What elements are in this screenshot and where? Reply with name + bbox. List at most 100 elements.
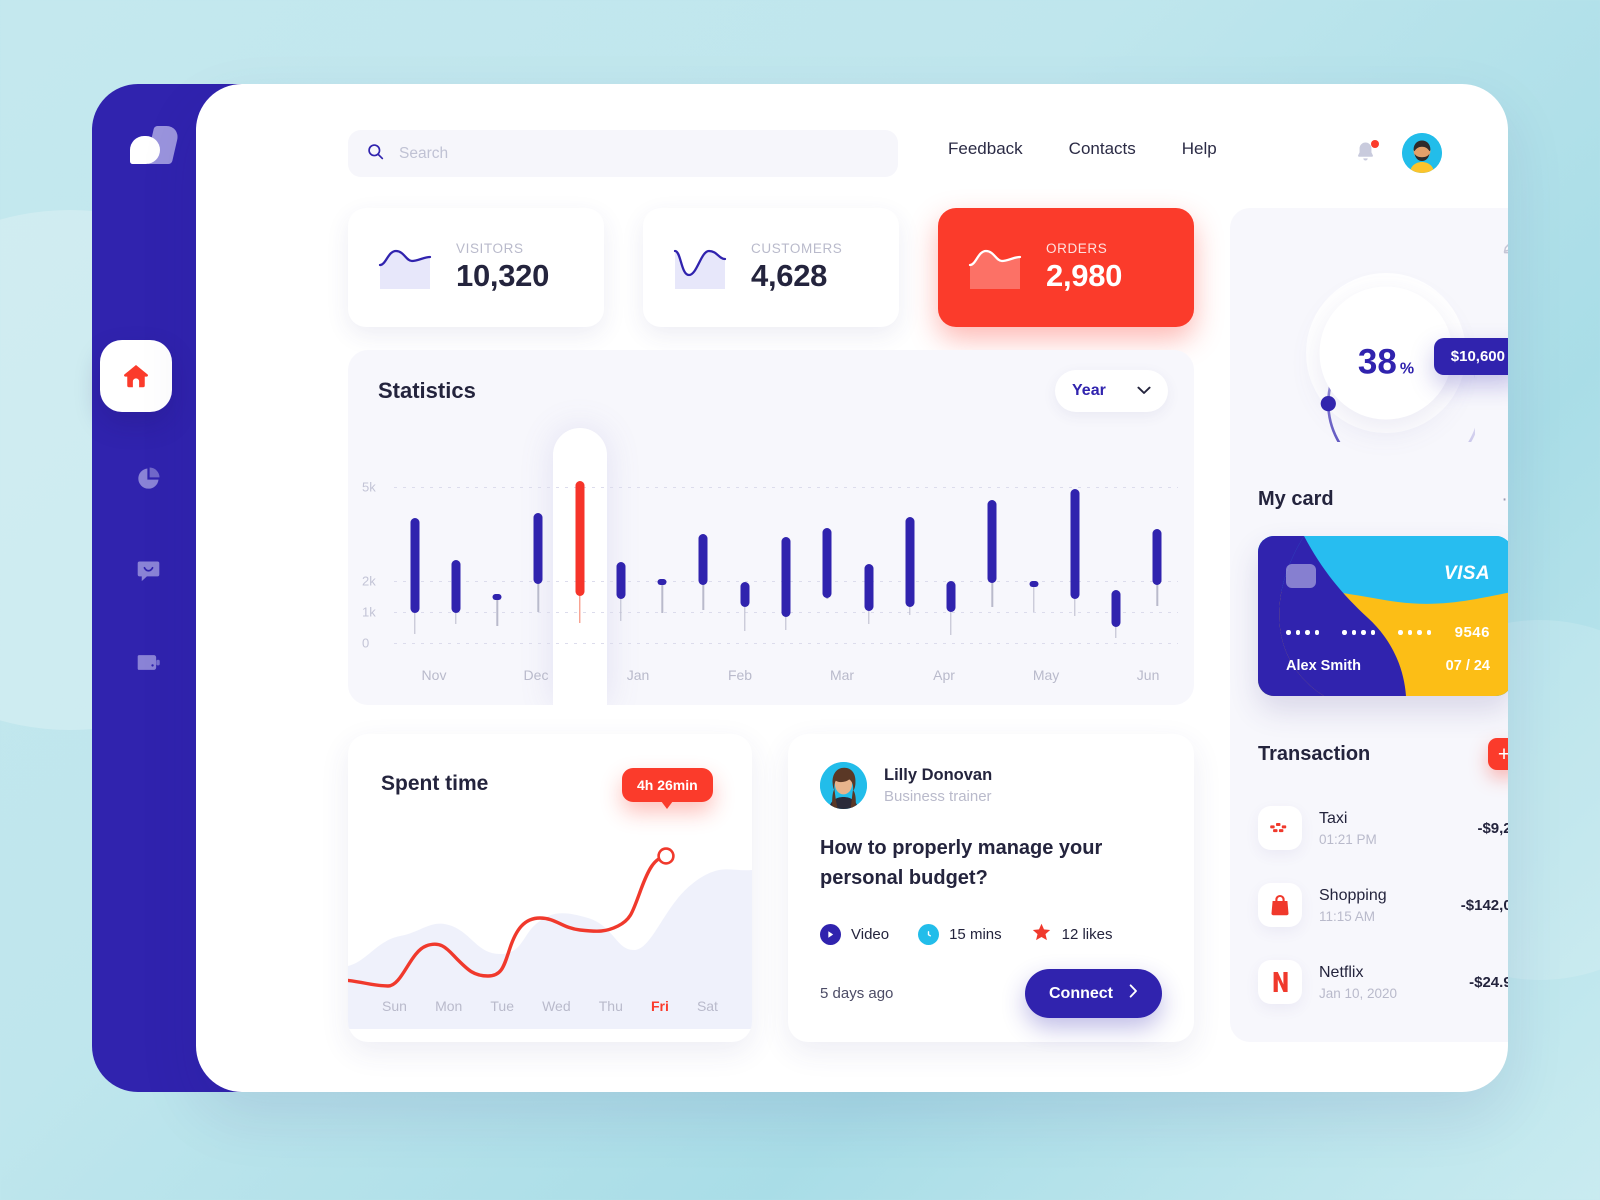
article-title[interactable]: How to properly manage your personal bud… xyxy=(820,833,1120,894)
period-dropdown-value: Year xyxy=(1072,382,1106,399)
sidebar-item-wallet[interactable] xyxy=(120,634,176,690)
logo-drop xyxy=(130,136,160,164)
chart-x-tick-label: Dec xyxy=(523,667,549,683)
my-card-heading: My card xyxy=(1258,488,1334,510)
stat-card-orders[interactable]: ORDERS 2,980 xyxy=(938,208,1194,327)
candle-body xyxy=(492,593,502,600)
connect-button[interactable]: Connect xyxy=(1025,969,1162,1018)
statistics-card: Statistics Year 5k 2k 1k 0 Nov Dec Jan Feb Mar Ap… xyxy=(348,350,1194,705)
transaction-name: Taxi xyxy=(1319,809,1348,827)
chart-x-tick-label: Jun xyxy=(1136,667,1160,683)
author-name: Lilly Donovan xyxy=(884,766,993,784)
gauge-symbol: % xyxy=(1399,360,1415,378)
credit-card[interactable]: VISA 9546 Alex Smith 07 / 24 xyxy=(1258,536,1508,696)
table-row[interactable]: Netflix Jan 10, 2020 -$24.99 xyxy=(1258,960,1508,1004)
more-dots-icon[interactable]: ·· xyxy=(1501,490,1508,509)
chart-y-tick-label: 0 xyxy=(362,635,370,651)
chart-candle[interactable] xyxy=(656,428,668,705)
table-row[interactable]: Taxi 01:21 PM -$9,20 xyxy=(1258,806,1508,850)
header-nav-links: Feedback Contacts Help xyxy=(948,139,1217,159)
my-card-header: My card ·· xyxy=(1258,488,1508,511)
spent-time-tooltip: 4h 26min xyxy=(622,768,713,809)
chart-candle[interactable] xyxy=(821,428,833,705)
chart-candle[interactable] xyxy=(1110,428,1122,705)
transaction-time: Jan 10, 2020 xyxy=(1319,985,1398,1001)
stat-label: VISITORS xyxy=(456,241,524,256)
transaction-amount: -$142,00 xyxy=(1460,896,1508,914)
chart-candle[interactable] xyxy=(532,428,544,705)
chart-candle[interactable] xyxy=(904,428,916,705)
card-dot-group xyxy=(1286,630,1319,635)
chart-x-tick-label: Nov xyxy=(421,667,447,683)
day-label-mon[interactable]: Mon xyxy=(435,998,462,1014)
card-last4: 9546 xyxy=(1454,624,1490,641)
stat-card-customers[interactable]: CUSTOMERS 4,628 xyxy=(643,208,899,327)
chart-candle[interactable] xyxy=(574,428,586,705)
day-label-tue[interactable]: Tue xyxy=(490,998,514,1014)
spent-time-day-labels: Sun Mon Tue Wed Thu Fri Sat xyxy=(348,998,752,1014)
chart-candle[interactable] xyxy=(863,428,875,705)
search-icon xyxy=(366,142,385,166)
sidebar-item-home[interactable] xyxy=(100,340,172,412)
candle-body xyxy=(864,563,874,612)
transaction-time: 01:21 PM xyxy=(1319,831,1377,847)
nav-link-help[interactable]: Help xyxy=(1182,139,1217,159)
search-box[interactable] xyxy=(348,130,898,177)
day-label-fri[interactable]: Fri xyxy=(651,998,669,1014)
stat-label: ORDERS xyxy=(1046,241,1108,256)
user-avatar[interactable] xyxy=(1402,133,1442,173)
notifications-button[interactable] xyxy=(1354,140,1379,166)
add-transaction-button[interactable]: + xyxy=(1488,738,1508,770)
chart-candle[interactable] xyxy=(491,428,503,705)
article-meta-label: Video xyxy=(851,925,890,943)
nav-link-contacts[interactable]: Contacts xyxy=(1069,139,1136,159)
main-panel: Feedback Contacts Help xyxy=(196,84,1508,1092)
chart-candle[interactable] xyxy=(739,428,751,705)
candle-body xyxy=(533,512,543,584)
card-holder: Alex Smith xyxy=(1286,658,1361,674)
day-label-wed[interactable]: Wed xyxy=(542,998,571,1014)
search-input[interactable] xyxy=(399,144,880,163)
article-meta: Video 15 mins 12 likes xyxy=(820,922,1112,946)
app-window: Feedback Contacts Help xyxy=(92,84,1508,1092)
candle-body xyxy=(1152,529,1162,586)
gauge-center: 38 % xyxy=(1319,286,1453,420)
day-label-sun[interactable]: Sun xyxy=(382,998,407,1014)
chart-candle[interactable] xyxy=(450,428,462,705)
table-row[interactable]: Shopping 11:15 AM -$142,00 xyxy=(1258,883,1508,927)
chart-candle[interactable] xyxy=(780,428,792,705)
chart-candle[interactable] xyxy=(945,428,957,705)
sidebar-item-messages[interactable] xyxy=(120,542,176,598)
sidebar-item-analytics[interactable] xyxy=(120,450,176,506)
chart-candle[interactable] xyxy=(409,428,421,705)
candle-body xyxy=(657,579,667,586)
nav-link-feedback[interactable]: Feedback xyxy=(948,139,1023,159)
chart-candle[interactable] xyxy=(697,428,709,705)
gauge-value: 38 xyxy=(1357,342,1397,382)
transaction-header: Transaction + xyxy=(1258,738,1508,770)
article-footer: 5 days ago Connect xyxy=(820,969,1162,1018)
card-dot-group xyxy=(1342,630,1376,635)
chart-candle[interactable] xyxy=(615,428,627,705)
chart-candle[interactable] xyxy=(986,428,998,705)
transaction-time: 11:15 AM xyxy=(1319,908,1376,924)
day-label-thu[interactable]: Thu xyxy=(599,998,623,1014)
pencil-icon[interactable] xyxy=(1501,236,1508,260)
candle-body xyxy=(1070,488,1080,600)
chart-x-tick-label: May xyxy=(1032,667,1060,683)
chart-candle[interactable] xyxy=(1028,428,1040,705)
play-icon xyxy=(820,923,841,945)
chart-candle[interactable] xyxy=(1151,428,1163,705)
orders-sparkline-icon xyxy=(964,243,1026,293)
balance-gauge: 38 % $10,600 xyxy=(1297,264,1508,481)
chart-candle[interactable] xyxy=(1069,428,1081,705)
transaction-name: Netflix xyxy=(1319,963,1364,981)
cloud-logo[interactable] xyxy=(130,124,181,168)
stat-card-visitors[interactable]: VISITORS 10,320 xyxy=(348,208,604,327)
day-label-sat[interactable]: Sat xyxy=(697,998,718,1014)
candle-body xyxy=(946,580,956,613)
candle-body xyxy=(1029,580,1039,587)
wallet-icon xyxy=(135,649,162,676)
period-dropdown[interactable]: Year xyxy=(1055,370,1168,412)
chart-y-tick-label: 2k xyxy=(362,573,376,589)
